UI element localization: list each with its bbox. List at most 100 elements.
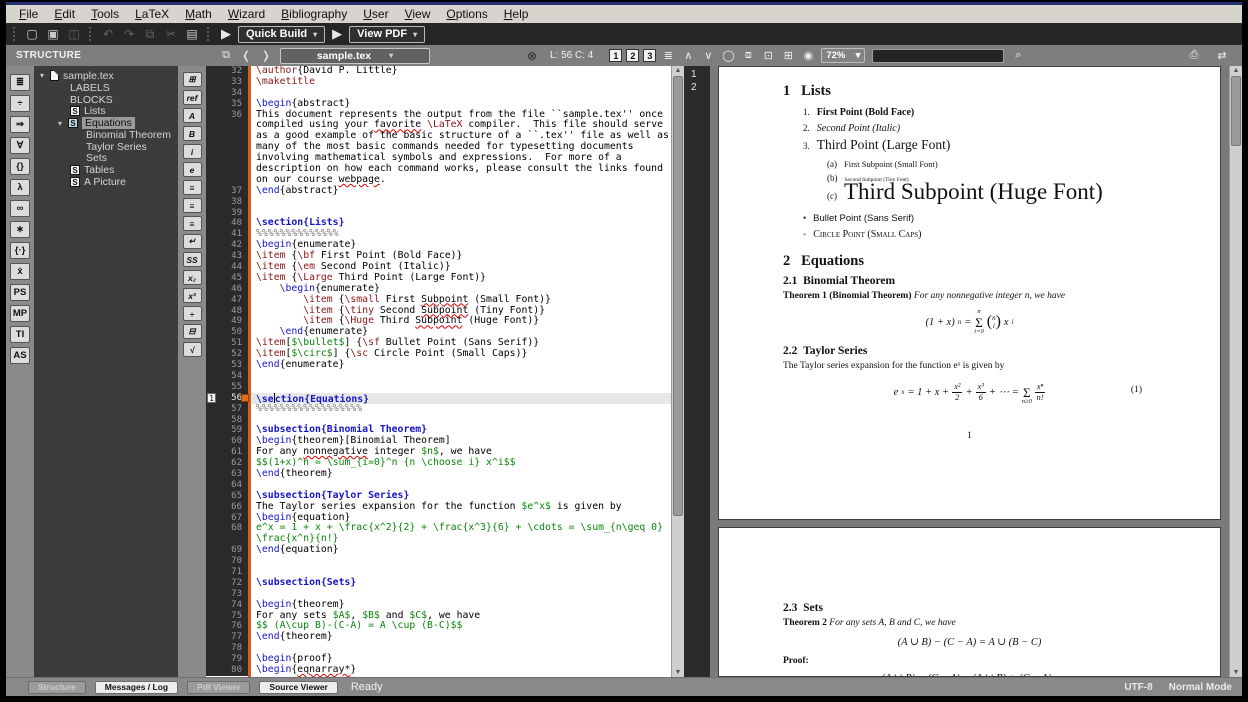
pdf-scrollbar-thumb[interactable] — [1231, 76, 1241, 146]
code-text[interactable] — [248, 371, 671, 382]
align-right-icon[interactable]: ≡ — [183, 216, 202, 231]
code-text[interactable] — [248, 556, 671, 567]
code-line-77[interactable]: 77\end{theorem} — [206, 632, 671, 643]
menu-item-latex[interactable]: LaTeX — [128, 7, 176, 21]
menu-item-file[interactable]: File — [12, 7, 45, 21]
italic-icon[interactable]: i — [183, 144, 202, 159]
external-viewer-icon[interactable]: ⇄ — [1214, 48, 1230, 63]
expander-icon[interactable]: ▾ — [58, 119, 68, 128]
superscript-icon[interactable]: x² — [183, 288, 202, 303]
pstricks-tab-icon[interactable]: PS — [10, 284, 30, 301]
tikz-tab-icon[interactable]: TI — [10, 326, 30, 343]
menu-item-tools[interactable]: Tools — [84, 7, 126, 21]
pdf-scrollbar[interactable]: ▲ ▼ — [1229, 66, 1242, 677]
structure-item-sample-tex[interactable]: ▾sample.tex — [34, 70, 178, 82]
save-icon[interactable]: ◫ — [65, 26, 83, 43]
delimiters-icon[interactable]: {} — [10, 158, 30, 175]
pdf-scroll-down-icon[interactable]: ▼ — [1230, 669, 1242, 676]
run-view-pdf-icon[interactable]: ▶ — [328, 26, 346, 43]
code-text[interactable]: \maketitle — [248, 77, 671, 88]
code-line-70[interactable]: 70 — [206, 556, 671, 567]
status-button-pdf-viewer[interactable]: Pdf Viewer — [187, 681, 250, 694]
structure-item-blocks[interactable]: BLOCKS — [34, 94, 178, 106]
menu-item-view[interactable]: View — [398, 7, 438, 21]
page-list-item-1[interactable]: 1 — [691, 69, 710, 82]
view-pdf-dropdown[interactable]: View PDF▾ — [349, 26, 425, 43]
toc-list-icon[interactable]: ≣ — [660, 48, 676, 63]
code-text[interactable]: \subsection{Sets} — [248, 578, 671, 589]
ref-tool-icon[interactable]: ref — [183, 90, 202, 105]
quick-build-dropdown[interactable]: Quick Build▾ — [238, 26, 325, 43]
code-area[interactable]: 32\author{David P. Little}33\maketitle34… — [206, 66, 671, 677]
menu-item-options[interactable]: Options — [439, 7, 494, 21]
code-text[interactable]: \end{enumerate} — [248, 360, 671, 371]
greek-letters-icon[interactable]: λ — [10, 179, 30, 196]
status-button-source-viewer[interactable]: Source Viewer — [259, 681, 337, 694]
pdf-scroll-up-icon[interactable]: ▲ — [1230, 67, 1242, 74]
structure-item-taylor-series[interactable]: Taylor Series — [34, 141, 178, 153]
code-line-54[interactable]: 54 — [206, 371, 671, 382]
bookmark-badge[interactable]: 1 — [207, 393, 216, 403]
paste-icon[interactable]: ▤ — [183, 26, 201, 43]
external-pdf-icon[interactable]: ⊞ — [780, 48, 796, 63]
page-list-item-2[interactable]: 2 — [691, 82, 710, 95]
bold-icon[interactable]: B — [183, 126, 202, 141]
misc-math-symbols-icon[interactable]: ∀ — [10, 137, 30, 154]
sqrt-icon[interactable]: √ — [183, 342, 202, 357]
code-text[interactable]: \begin{eqnarray*} — [248, 665, 671, 676]
structure-item-tables[interactable]: STables — [34, 164, 178, 176]
editor-scrollbar-thumb[interactable] — [673, 76, 683, 516]
code-text[interactable]: \end{abstract} — [248, 186, 671, 197]
menu-item-edit[interactable]: Edit — [47, 7, 82, 21]
cut-icon[interactable]: ✂ — [162, 26, 180, 43]
menu-item-user[interactable]: User — [356, 7, 395, 21]
code-line-33[interactable]: 33\maketitle — [206, 77, 671, 88]
menu-item-bibliography[interactable]: Bibliography — [274, 7, 354, 21]
fit-page-icon[interactable]: ⊡ — [760, 48, 776, 63]
asymptote-tab-icon[interactable]: AS — [10, 347, 30, 364]
code-text[interactable]: \end{theorem} — [248, 632, 671, 643]
code-line-80[interactable]: 80\begin{eqnarray*} — [206, 665, 671, 676]
menu-item-wizard[interactable]: Wizard — [221, 7, 272, 21]
run-quick-build-icon[interactable]: ▶ — [217, 26, 235, 43]
next-icon[interactable]: ∨ — [700, 48, 716, 63]
scroll-down-icon[interactable]: ▼ — [672, 669, 684, 676]
code-text[interactable]: %%%%%%%%%%%%%%%%%% — [248, 404, 671, 415]
menu-item-help[interactable]: Help — [497, 7, 536, 21]
menu-item-math[interactable]: Math — [178, 7, 219, 21]
code-line-72[interactable]: 72\subsection{Sets} — [206, 578, 671, 589]
align-center-icon[interactable]: ≡ — [183, 198, 202, 213]
forward-icon[interactable]: ❭ — [258, 48, 274, 63]
print-icon[interactable]: ⎙ — [1186, 48, 1202, 63]
structure-item-equations[interactable]: ▾SEquations — [34, 117, 178, 129]
metapost-tab-icon[interactable]: MP — [10, 305, 30, 322]
editor-scrollbar[interactable]: ▲ ▼ — [671, 66, 684, 677]
redo-icon[interactable]: ↷ — [120, 26, 138, 43]
structure-tab-icon[interactable]: ≣ — [10, 74, 30, 91]
relation-symbols-icon[interactable]: ∞ — [10, 200, 30, 217]
page-3-button[interactable]: 3 — [643, 49, 656, 62]
fraction-symbols-icon[interactable]: ÷ — [10, 95, 30, 112]
expander-icon[interactable]: ▾ — [40, 71, 50, 80]
structure-item-a-picture[interactable]: SA Picture — [34, 176, 178, 188]
misc-symbols-icon[interactable]: ∗ — [10, 221, 30, 238]
frac-icon[interactable]: ÷ — [183, 306, 202, 321]
code-text[interactable]: \end{equation} — [248, 545, 671, 556]
previous-icon[interactable]: ∧ — [680, 48, 696, 63]
sectioning-icon[interactable]: SS — [183, 252, 202, 267]
detach-panel-icon[interactable]: ⧉ — [218, 48, 234, 63]
continuous-mode-icon[interactable]: ◯ — [720, 48, 736, 63]
page-2-button[interactable]: 2 — [626, 49, 639, 62]
code-line-63[interactable]: 63\end{theorem} — [206, 469, 671, 480]
code-line-57[interactable]: 57%%%%%%%%%%%%%%%%%% — [206, 404, 671, 415]
structure-item-sets[interactable]: Sets — [34, 153, 178, 165]
structure-item-lists[interactable]: SLists — [34, 105, 178, 117]
undo-icon[interactable]: ↶ — [99, 26, 117, 43]
status-button-structure[interactable]: Structure — [28, 681, 86, 694]
brackets-icon[interactable]: {·} — [10, 242, 30, 259]
code-line-55[interactable]: 55 — [206, 382, 671, 393]
code-line-37[interactable]: 37\end{abstract} — [206, 186, 671, 197]
fit-width-icon[interactable]: ⧈ — [740, 48, 756, 63]
page-1-button[interactable]: 1 — [609, 49, 622, 62]
stop-process-icon[interactable]: ⊗ — [524, 48, 540, 63]
